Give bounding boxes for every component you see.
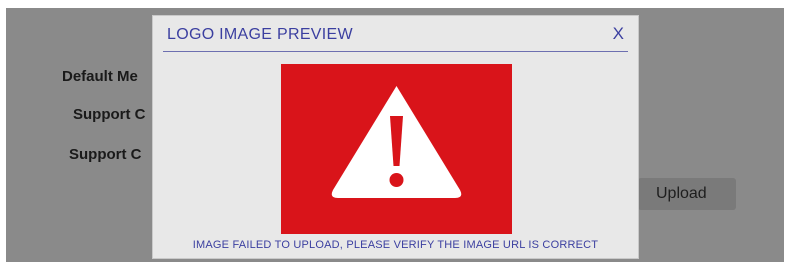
dialog-title: LOGO IMAGE PREVIEW xyxy=(167,26,353,43)
warning-triangle-icon xyxy=(331,86,462,198)
close-button[interactable]: X xyxy=(613,24,624,44)
support-label-2: Support C xyxy=(69,146,142,163)
default-message-label: Default Me xyxy=(62,68,138,85)
upload-button[interactable]: Upload xyxy=(638,178,736,210)
support-label-1: Support C xyxy=(73,106,146,123)
logo-preview-dialog: LOGO IMAGE PREVIEW X IMAGE FAILED TO UPL… xyxy=(152,15,639,259)
title-divider xyxy=(163,51,628,52)
error-message: IMAGE FAILED TO UPLOAD, PLEASE VERIFY TH… xyxy=(192,239,599,251)
logo-preview-image xyxy=(281,64,512,234)
